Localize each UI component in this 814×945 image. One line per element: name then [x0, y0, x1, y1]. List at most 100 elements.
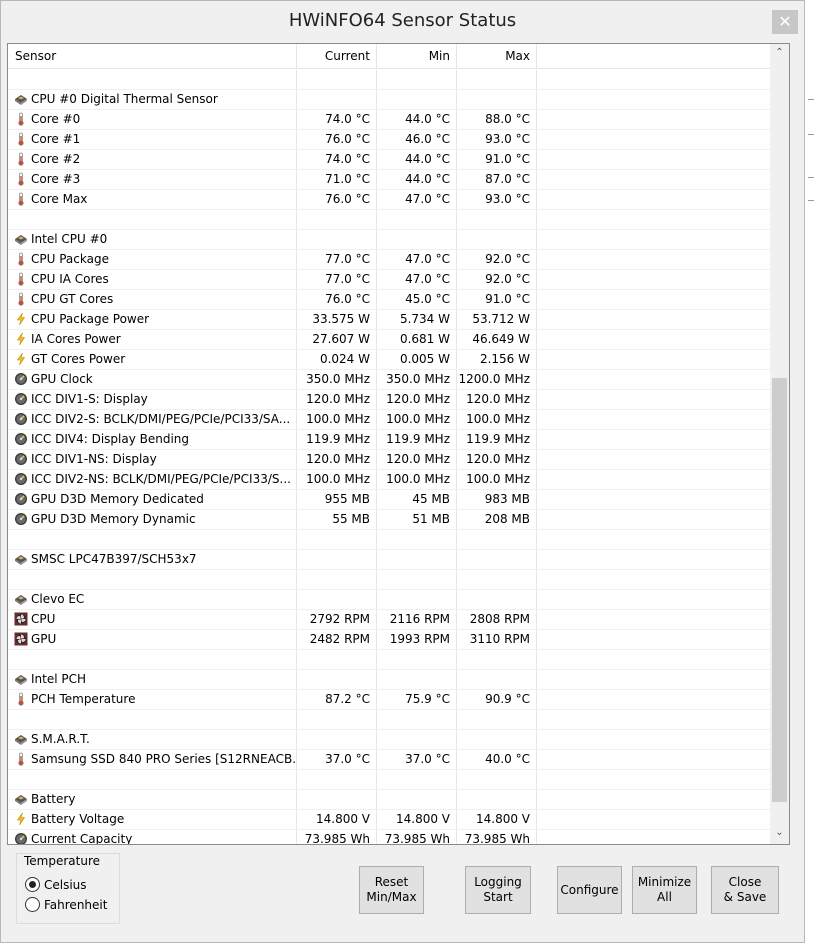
max-value: 91.0 °C	[457, 290, 537, 309]
table-row[interactable]: Core #0 74.0 °C 44.0 °C 88.0 °C	[8, 110, 770, 130]
current-value: 27.607 W	[297, 330, 377, 349]
table-row[interactable]: GPU Clock 350.0 MHz 350.0 MHz 1200.0 MHz	[8, 370, 770, 390]
sensor-label: Battery Voltage	[31, 812, 125, 826]
table-row[interactable]: Core #3 71.0 °C 44.0 °C 87.0 °C	[8, 170, 770, 190]
scrollbar-thumb[interactable]	[772, 378, 787, 802]
sensor-group-row[interactable]: Clevo EC	[8, 590, 770, 610]
sensor-name-cell: CPU Package Power	[8, 310, 297, 329]
current-value	[297, 530, 377, 549]
sensor-group-row[interactable]: SMSC LPC47B397/SCH53x7	[8, 550, 770, 570]
sensor-label: Clevo EC	[31, 592, 85, 606]
sensor-group-row[interactable]: Intel PCH	[8, 670, 770, 690]
max-value	[457, 570, 537, 589]
fahrenheit-radio[interactable]	[25, 897, 40, 912]
table-row[interactable]: CPU Package 77.0 °C 47.0 °C 92.0 °C	[8, 250, 770, 270]
table-row[interactable]: Core #2 74.0 °C 44.0 °C 91.0 °C	[8, 150, 770, 170]
table-row[interactable]: ICC DIV2-S: BCLK/DMI/PEG/PCIe/PCI33/SA..…	[8, 410, 770, 430]
current-value: 0.024 W	[297, 350, 377, 369]
scroll-up-arrow-icon[interactable]: ⌃	[770, 44, 789, 62]
thermometer-icon	[14, 132, 28, 146]
scroll-down-arrow-icon[interactable]: ⌄	[770, 824, 789, 842]
min-value: 47.0 °C	[377, 190, 457, 209]
current-value	[297, 230, 377, 249]
current-value	[297, 670, 377, 689]
table-row[interactable]: GPU D3D Memory Dedicated 955 MB 45 MB 983 M…	[8, 490, 770, 510]
table-row[interactable]: Battery Voltage 14.800 V 14.800 V 14.800 V	[8, 810, 770, 830]
sensor-name-cell: CPU	[8, 610, 297, 629]
table-row[interactable]: PCH Temperature 87.2 °C 75.9 °C 90.9 °C	[8, 690, 770, 710]
sensor-group-row[interactable]: Battery	[8, 790, 770, 810]
column-header-max[interactable]: Max	[457, 44, 537, 68]
vertical-scrollbar[interactable]: ⌃ ⌄	[770, 44, 789, 844]
sensor-label: ICC DIV4: Display Bending	[31, 432, 190, 446]
min-value	[377, 70, 457, 89]
table-row[interactable]: Core #1 76.0 °C 46.0 °C 93.0 °C	[8, 130, 770, 150]
min-value: 120.0 MHz	[377, 450, 457, 469]
sensor-label: Core #3	[31, 172, 81, 186]
sensor-name-cell: Core #0	[8, 110, 297, 129]
table-row[interactable]: GT Cores Power 0.024 W 0.005 W 2.156 W	[8, 350, 770, 370]
max-value: 88.0 °C	[457, 110, 537, 129]
gauge-icon	[14, 372, 28, 386]
min-value: 45 MB	[377, 490, 457, 509]
sensor-name-cell: ICC DIV4: Display Bending	[8, 430, 297, 449]
minimize-all-button[interactable]: Minimize All	[632, 866, 697, 914]
table-row[interactable]: CPU 2792 RPM 2116 RPM 2808 RPM	[8, 610, 770, 630]
table-row[interactable]: ICC DIV1-S: Display 120.0 MHz 120.0 MHz 120…	[8, 390, 770, 410]
current-value: 350.0 MHz	[297, 370, 377, 389]
sensor-name-cell: ICC DIV1-NS: Display	[8, 450, 297, 469]
current-value: 55 MB	[297, 510, 377, 529]
table-row[interactable]: CPU IA Cores 77.0 °C 47.0 °C 92.0 °C	[8, 270, 770, 290]
min-value: 44.0 °C	[377, 110, 457, 129]
table-row[interactable]: GPU D3D Memory Dynamic 55 MB 51 MB 208 MB	[8, 510, 770, 530]
thermometer-icon	[14, 752, 28, 766]
sensor-name-cell	[8, 530, 297, 549]
close-window-button[interactable]: ✕	[772, 10, 798, 34]
max-value: 92.0 °C	[457, 270, 537, 289]
logging-start-button[interactable]: Logging Start	[465, 866, 531, 914]
configure-button[interactable]: Configure	[557, 866, 622, 914]
table-row[interactable]: ICC DIV1-NS: Display 120.0 MHz 120.0 MHz 12…	[8, 450, 770, 470]
current-value: 73.985 Wh	[297, 830, 377, 844]
max-value	[457, 90, 537, 109]
sensor-label: CPU Package	[31, 252, 109, 266]
sensor-group-row[interactable]: Intel CPU #0	[8, 230, 770, 250]
max-value: 90.9 °C	[457, 690, 537, 709]
table-row[interactable]: Core Max 76.0 °C 47.0 °C 93.0 °C	[8, 190, 770, 210]
column-header-min[interactable]: Min	[377, 44, 457, 68]
table-row[interactable]: CPU Package Power 33.575 W 5.734 W 53.712 W	[8, 310, 770, 330]
table-row[interactable]: ICC DIV2-NS: BCLK/DMI/PEG/PCIe/PCI33/S..…	[8, 470, 770, 490]
celsius-radio[interactable]	[25, 877, 40, 892]
sensor-group-row[interactable]: CPU #0 Digital Thermal Sensor	[8, 90, 770, 110]
spacer-row	[8, 710, 770, 730]
table-row[interactable]: Samsung SSD 840 PRO Series [S12RNEACB...…	[8, 750, 770, 770]
sensor-name-cell: SMSC LPC47B397/SCH53x7	[8, 550, 297, 569]
sensor-label: Current Capacity	[31, 832, 133, 845]
sensor-name-cell: IA Cores Power	[8, 330, 297, 349]
min-value	[377, 590, 457, 609]
reset-min-max-button[interactable]: Reset Min/Max	[359, 866, 424, 914]
table-row[interactable]: ICC DIV4: Display Bending 119.9 MHz 119.9 …	[8, 430, 770, 450]
table-row[interactable]: IA Cores Power 27.607 W 0.681 W 46.649 W	[8, 330, 770, 350]
column-header-current[interactable]: Current	[297, 44, 377, 68]
table-row[interactable]: GPU 2482 RPM 1993 RPM 3110 RPM	[8, 630, 770, 650]
current-value: 76.0 °C	[297, 130, 377, 149]
current-value: 2792 RPM	[297, 610, 377, 629]
table-row[interactable]: Current Capacity 73.985 Wh 73.985 Wh 73.985…	[8, 830, 770, 845]
current-value: 119.9 MHz	[297, 430, 377, 449]
table-row[interactable]: CPU GT Cores 76.0 °C 45.0 °C 91.0 °C	[8, 290, 770, 310]
max-value: 93.0 °C	[457, 130, 537, 149]
min-value: 51 MB	[377, 510, 457, 529]
sensor-name-cell: Intel PCH	[8, 670, 297, 689]
column-header-sensor[interactable]: Sensor	[8, 44, 297, 68]
close-and-save-button[interactable]: Close & Save	[711, 866, 779, 914]
fahrenheit-label[interactable]: Fahrenheit	[44, 898, 107, 912]
sensor-group-row[interactable]: S.M.A.R.T.	[8, 730, 770, 750]
celsius-label[interactable]: Celsius	[44, 878, 87, 892]
min-value: 73.985 Wh	[377, 830, 457, 844]
lightning-icon	[14, 812, 28, 826]
title-bar[interactable]: HWiNFO64 Sensor Status ✕	[1, 1, 804, 41]
current-value	[297, 650, 377, 669]
max-value: 14.800 V	[457, 810, 537, 829]
sensor-label: Core Max	[31, 192, 88, 206]
